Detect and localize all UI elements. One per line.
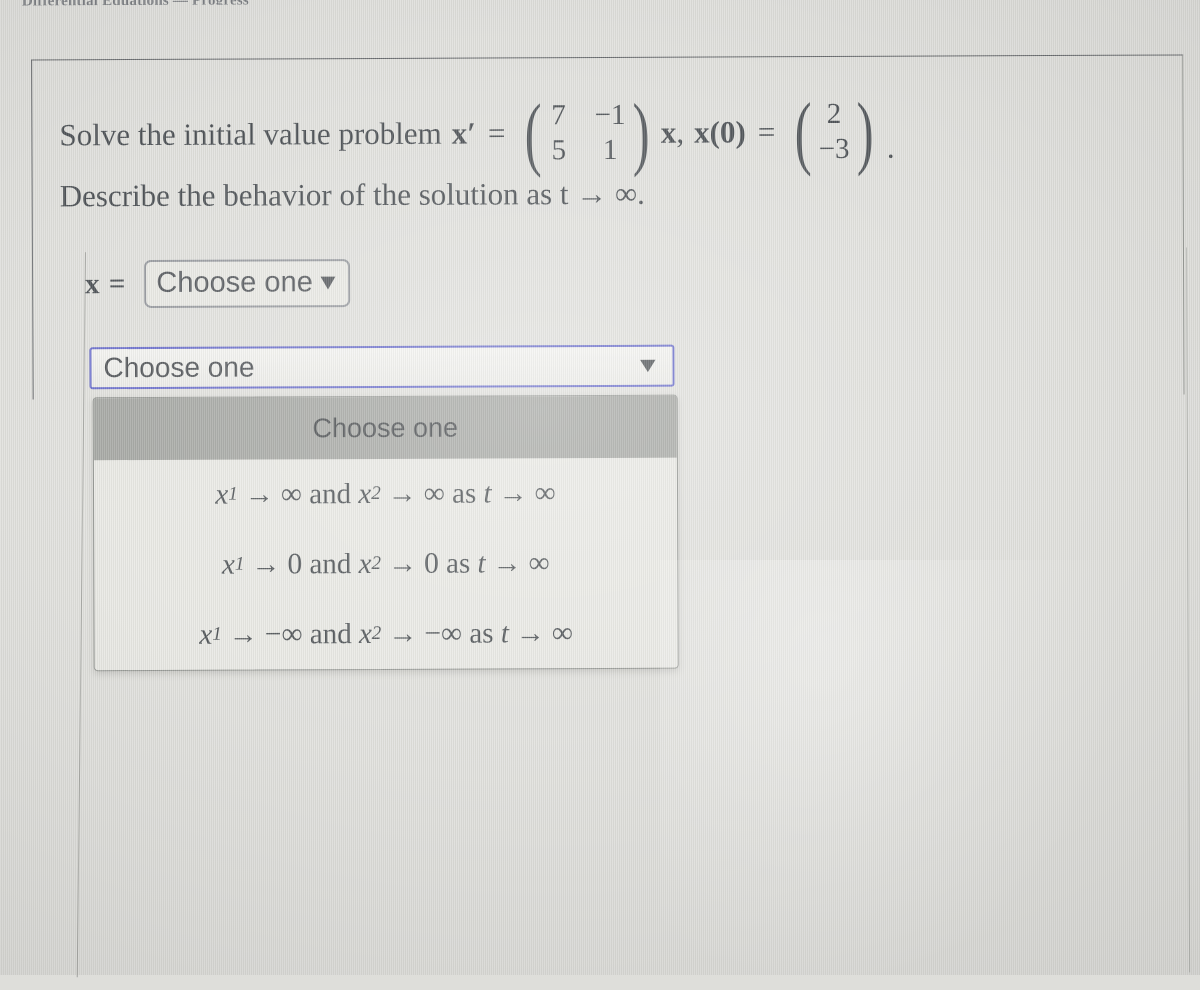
option2-var2: x — [358, 547, 372, 580]
right-arrow-icon: → — [388, 617, 418, 650]
option3-tlimit: ∞ — [551, 616, 574, 649]
cut-off-page-header: Differential Equations — Progress — [22, 0, 442, 6]
question-equation-line: Solve the initial value problem x′ = ( 7… — [59, 86, 895, 179]
chevron-down-icon: ▼ — [635, 353, 662, 377]
initial-condition-label: x(0) — [694, 114, 746, 150]
option3-conj: and — [309, 617, 352, 650]
option2-conj: and — [309, 547, 352, 580]
option3-var2: x — [358, 617, 372, 650]
answer-select-value: Choose one — [103, 351, 255, 384]
coefficient-matrix: ( 7 −1 5 1 ) — [519, 87, 655, 179]
option3-as: as — [469, 616, 494, 650]
answer-row: x = Choose one ▼ — [85, 259, 351, 309]
right-arrow-icon: → — [387, 477, 417, 510]
matrix-cell-r1c1: 1 — [602, 134, 618, 167]
answer-select-shell: Choose one ▼ Choose one x 1 → ∞ and x 2 → ∞ as… — [89, 344, 679, 672]
select-option-placeholder[interactable]: Choose one — [93, 395, 677, 461]
option3-limit1: −∞ — [264, 617, 303, 650]
option2-limit1: 0 — [287, 547, 303, 580]
option2-t: t — [477, 547, 486, 580]
equation-equals-sign: = — [487, 115, 506, 151]
answer-select[interactable]: Choose one ▼ — [89, 344, 675, 390]
answer-select-dropdown[interactable]: Choose one x 1 → ∞ and x 2 → ∞ as t → ∞ x 1 → 0 and… — [92, 394, 679, 672]
select-option-both-to-infinity[interactable]: x 1 → ∞ and x 2 → ∞ as t → ∞ — [94, 458, 677, 531]
matrix-cell-r0c1: −1 — [594, 98, 626, 132]
option1-tlimit: ∞ — [534, 476, 556, 509]
select-option-label: Choose one — [312, 412, 459, 443]
option2-sub2: 2 — [371, 552, 382, 574]
inline-picker-label: Choose one — [156, 266, 313, 299]
option3-sub2: 2 — [371, 622, 382, 644]
right-arrow-icon: → — [228, 617, 258, 651]
right-arrow-icon: → — [244, 477, 274, 511]
matrix-cell-r1c0: 5 — [551, 134, 567, 167]
photographed-page: Differential Equations — Progress Solve … — [0, 0, 1200, 978]
unknown-symbol: x — [451, 115, 468, 152]
vector-right-paren: ) — [856, 86, 874, 178]
select-option-both-to-zero[interactable]: x 1 → 0 and x 2 → 0 as t → ∞ — [94, 528, 677, 601]
equation-trailing-period: . — [886, 129, 895, 165]
option1-limit1: ∞ — [280, 477, 302, 510]
initial-vector: ( 2 −3 ) — [789, 86, 879, 178]
matrix-cell-r0c0: 7 — [551, 99, 566, 132]
right-arrow-icon: → — [387, 547, 418, 580]
vector-cell-r0: 2 — [826, 97, 842, 131]
option1-var2: x — [358, 477, 372, 510]
select-option-both-to-negative-infinity[interactable]: x 1 → −∞ and x 2 → −∞ as t → ∞ — [94, 598, 677, 671]
option2-sub1: 1 — [234, 553, 245, 575]
option3-limit2: −∞ — [424, 617, 463, 650]
option1-sub2: 2 — [371, 482, 381, 504]
matrix-right-paren: ) — [632, 87, 650, 179]
option2-limit2: 0 — [423, 547, 439, 580]
option2-as: as — [446, 547, 471, 580]
option1-conj: and — [309, 477, 352, 510]
matrix-left-paren: ( — [524, 87, 542, 179]
answer-label: x = — [85, 267, 127, 300]
question-behavior-line: Describe the behavior of the solution as… — [59, 175, 645, 214]
state-vector-symbol: x — [660, 115, 677, 151]
inline-answer-picker[interactable]: Choose one ▼ — [144, 259, 351, 309]
coefficient-matrix-cells: 7 −1 5 1 — [547, 98, 628, 169]
right-arrow-icon: → — [492, 546, 522, 579]
equation-comma: , — [676, 115, 685, 151]
option2-var1: x — [221, 548, 235, 581]
option3-t: t — [500, 616, 509, 649]
prime-symbol: ′ — [467, 115, 476, 151]
option3-var1: x — [199, 618, 213, 651]
option3-sub1: 1 — [212, 623, 222, 645]
option1-as: as — [452, 477, 477, 510]
right-arrow-icon: → — [498, 476, 528, 509]
page-rule-right — [1185, 247, 1191, 973]
option1-var1: x — [215, 478, 229, 511]
right-arrow-icon: → — [251, 547, 281, 581]
option2-tlimit: ∞ — [528, 546, 550, 579]
question-prompt-text: Solve the initial value problem — [59, 116, 442, 153]
vector-cell-r1: −3 — [818, 133, 850, 166]
option1-sub1: 1 — [228, 483, 238, 505]
right-arrow-icon: → — [515, 616, 545, 649]
vector-left-paren: ( — [794, 86, 812, 178]
option1-limit2: ∞ — [423, 477, 445, 510]
chevron-down-icon: ▼ — [315, 269, 341, 295]
initial-condition-equals: = — [757, 114, 776, 150]
option1-t: t — [483, 476, 492, 510]
initial-vector-cells: 2 −3 — [816, 97, 851, 168]
